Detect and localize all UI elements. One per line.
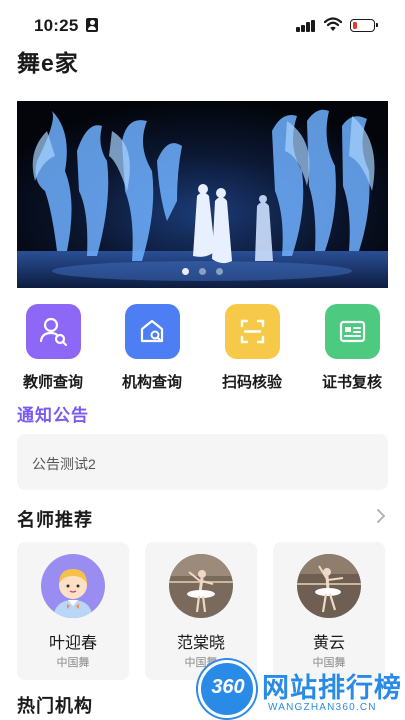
menu-institution-search[interactable]: 机构查询 (112, 304, 192, 392)
teacher-tag: 中国舞 (56, 657, 90, 669)
notice-card[interactable]: 公告测试2 (17, 434, 388, 490)
menu-label: 机构查询 (121, 374, 182, 391)
notice-section-title: 通知公告 (17, 406, 89, 425)
wifi-icon (324, 17, 342, 31)
institution-section-title: 热门机构 (17, 696, 93, 716)
app-title: 舞e家 (17, 50, 79, 76)
status-time: 10:25 (34, 16, 79, 35)
scan-icon (224, 304, 280, 359)
menu-scan-verify[interactable]: 扫码核验 (212, 304, 292, 392)
certificate-icon (324, 304, 380, 359)
cellular-signal-icon (296, 18, 318, 32)
watermark: 360 网站排行榜 WANGZHAN360.CN (198, 658, 405, 720)
dance-performance-photo (17, 101, 388, 288)
status-bar: 10:25 (0, 0, 405, 48)
quick-menu: 教师查询 机构查询 扫码核验 证书复核 (0, 304, 405, 394)
banner-carousel[interactable] (17, 101, 388, 288)
watermark-badge-text: 360 (211, 676, 245, 698)
menu-label: 教师查询 (22, 374, 83, 391)
menu-label: 证书复核 (321, 374, 382, 391)
watermark-subtext: WANGZHAN360.CN (268, 702, 377, 713)
teacher-section-title: 名师推荐 (17, 510, 93, 530)
teacher-name: 叶迎春 (48, 635, 97, 652)
person-badge-icon (86, 18, 98, 32)
avatar (169, 554, 233, 618)
menu-teacher-search[interactable]: 教师查询 (13, 304, 93, 392)
teacher-name: 黄云 (312, 635, 345, 652)
menu-certificate-review[interactable]: 证书复核 (312, 304, 392, 392)
menu-label: 扫码核验 (221, 374, 282, 391)
battery-icon (350, 19, 378, 32)
teacher-search-icon (25, 304, 81, 359)
teacher-name: 范棠晓 (176, 635, 225, 652)
carousel-dot[interactable] (216, 268, 223, 275)
institution-search-icon (124, 304, 180, 359)
battery-level (352, 21, 358, 29)
carousel-indicator (17, 262, 388, 280)
carousel-dot[interactable] (199, 268, 206, 275)
teacher-card[interactable]: 叶迎春 中国舞 (17, 542, 129, 680)
notice-item[interactable]: 公告测试2 (32, 454, 96, 474)
avatar (41, 554, 105, 618)
watermark-text: 网站排行榜 (262, 673, 402, 703)
avatar (297, 554, 361, 618)
carousel-dot[interactable] (182, 268, 189, 275)
chevron-right-icon[interactable] (376, 508, 386, 524)
